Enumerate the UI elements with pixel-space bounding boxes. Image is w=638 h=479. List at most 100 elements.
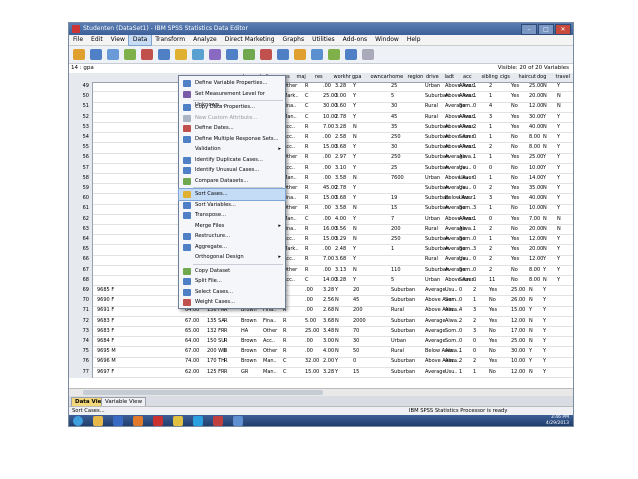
table-cell[interactable]: 5	[391, 92, 394, 101]
table-row[interactable]: 55SURGRAcc..R15.003.68Y30SuburbanAbove A…	[69, 143, 573, 154]
table-cell[interactable]: 3.68	[335, 194, 346, 203]
table-cell[interactable]: R	[305, 204, 308, 213]
table-cell[interactable]: Yes	[511, 113, 519, 122]
close-button[interactable]: ✕	[555, 24, 571, 35]
table-cell[interactable]: Yes	[511, 82, 519, 91]
table-cell[interactable]: R	[283, 347, 286, 356]
row-number[interactable]: 72	[69, 316, 93, 327]
table-cell[interactable]: 2000	[353, 317, 366, 326]
table-cell[interactable]: Usu..	[459, 255, 472, 264]
column-header[interactable]: travel	[556, 73, 571, 82]
table-cell[interactable]: 70	[353, 327, 359, 336]
table-cell[interactable]: 1	[473, 368, 476, 377]
table-cell[interactable]: Average	[425, 337, 446, 346]
table-cell[interactable]: Y	[543, 347, 546, 356]
table-cell[interactable]: Usu..	[459, 164, 472, 173]
table-cell[interactable]: Alwa..	[459, 143, 474, 152]
table-cell[interactable]: 2	[489, 82, 492, 91]
table-cell[interactable]: Y	[353, 184, 356, 193]
table-cell[interactable]: Alwa..	[459, 225, 474, 234]
table-cell[interactable]: Brown	[241, 357, 257, 366]
table-cell[interactable]: N	[353, 123, 357, 132]
table-cell[interactable]: N	[543, 215, 547, 224]
table-cell[interactable]: Y	[557, 276, 560, 285]
menu-item-compare-datasets[interactable]: Compare Datasets...	[179, 176, 285, 187]
table-cell[interactable]: 35.00	[529, 184, 543, 193]
table-cell[interactable]: Y	[557, 143, 560, 152]
table-cell[interactable]: Y	[557, 235, 560, 244]
table-cell[interactable]: 1	[459, 368, 462, 377]
table-cell[interactable]: 2.00	[323, 357, 334, 366]
menu-item-select-cases[interactable]: Select Cases...	[179, 287, 285, 298]
table-cell[interactable]: 12.00	[511, 317, 525, 326]
table-cell[interactable]: Alwa..	[445, 317, 460, 326]
table-row[interactable]: 60RBlueFina..R15.003.68Y19SuburbanBelow …	[69, 194, 573, 205]
table-cell[interactable]: Y	[543, 357, 546, 366]
table-cell[interactable]: 74.00	[185, 357, 199, 366]
table-cell[interactable]: 0	[473, 164, 476, 173]
table-cell[interactable]: 3.68	[323, 317, 334, 326]
toolbar-icon[interactable]	[158, 49, 170, 60]
table-cell[interactable]: 1	[473, 225, 476, 234]
table-cell[interactable]: Average	[425, 368, 446, 377]
table-cell[interactable]: 1	[459, 347, 462, 356]
table-cell[interactable]: 1	[473, 143, 476, 152]
table-cell[interactable]: 30	[391, 102, 397, 111]
table-cell[interactable]: R	[224, 337, 227, 346]
toolbar-icon[interactable]	[107, 49, 119, 60]
table-cell[interactable]: 0	[473, 174, 476, 183]
table-cell[interactable]: 3	[489, 113, 492, 122]
table-cell[interactable]: Y	[335, 357, 338, 366]
column-header[interactable]: haircut	[519, 73, 536, 82]
row-number[interactable]: 52	[69, 112, 93, 123]
table-cell[interactable]: Usu..	[459, 174, 472, 183]
table-row[interactable]: 77 9697 F 62.00 125 FR R GR Man.. C 15.00 3.28 Y 15…	[69, 367, 573, 378]
maximize-button[interactable]: □	[538, 24, 554, 35]
table-cell[interactable]: Rural	[425, 113, 438, 122]
table-cell[interactable]: 3	[473, 327, 476, 336]
table-cell[interactable]: 67.00	[185, 317, 199, 326]
table-cell[interactable]: Som..	[459, 266, 473, 275]
table-cell[interactable]: 8.00	[529, 143, 540, 152]
table-cell[interactable]: 110	[391, 266, 401, 275]
table-cell[interactable]: 2.78	[335, 184, 346, 193]
table-cell[interactable]: 2	[489, 225, 492, 234]
table-cell[interactable]: HA	[241, 327, 248, 336]
row-number[interactable]: 67	[69, 265, 93, 276]
table-cell[interactable]: Brown	[241, 347, 257, 356]
table-cell[interactable]: N	[353, 204, 357, 213]
table-cell[interactable]: 2	[459, 317, 462, 326]
table-cell[interactable]: 3	[473, 306, 476, 315]
table-cell[interactable]: 30.00	[529, 113, 543, 122]
toolbar-icon[interactable]	[73, 49, 85, 60]
table-cell[interactable]: Other	[263, 327, 277, 336]
table-cell[interactable]: 15.00	[305, 368, 319, 377]
table-cell[interactable]: 1	[473, 296, 476, 305]
table-cell[interactable]: 7	[391, 215, 394, 224]
table-cell[interactable]: 4	[459, 306, 462, 315]
table-cell[interactable]: No	[511, 164, 518, 173]
column-header[interactable]: workhr	[334, 73, 351, 82]
table-cell[interactable]: 9690 F	[97, 296, 114, 305]
table-cell[interactable]: .00	[305, 296, 313, 305]
table-cell[interactable]: Alwa..	[445, 306, 460, 315]
table-cell[interactable]: 1	[489, 133, 492, 142]
table-row[interactable]: 72 9683 F 67.00 135 SA R Brown Fina.. R 5.00 3.68…	[69, 316, 573, 327]
menu-item-set-measurement-level-for-unknown[interactable]: Set Measurement Level for Unknown...	[179, 89, 285, 108]
table-cell[interactable]: N	[335, 327, 339, 336]
table-cell[interactable]: 2	[489, 266, 492, 275]
table-cell[interactable]: 25.00	[529, 153, 543, 162]
chrome-icon[interactable]	[173, 416, 183, 426]
table-cell[interactable]: 26.00	[511, 296, 525, 305]
table-cell[interactable]: Alwa..	[459, 123, 474, 132]
table-cell[interactable]: N	[335, 296, 339, 305]
table-cell[interactable]: No	[511, 102, 518, 111]
table-cell[interactable]: 0	[473, 337, 476, 346]
table-cell[interactable]: 2.68	[323, 306, 334, 315]
table-cell[interactable]: 0	[473, 276, 476, 285]
table-cell[interactable]: R	[305, 255, 308, 264]
table-row[interactable]: 74 9684 F 64.00 150 SU R Brown Acc.. R .00 3.00 N 3…	[69, 337, 573, 348]
table-cell[interactable]: 15.00	[511, 306, 525, 315]
table-cell[interactable]: 1	[489, 235, 492, 244]
table-cell[interactable]: Average	[425, 286, 446, 295]
